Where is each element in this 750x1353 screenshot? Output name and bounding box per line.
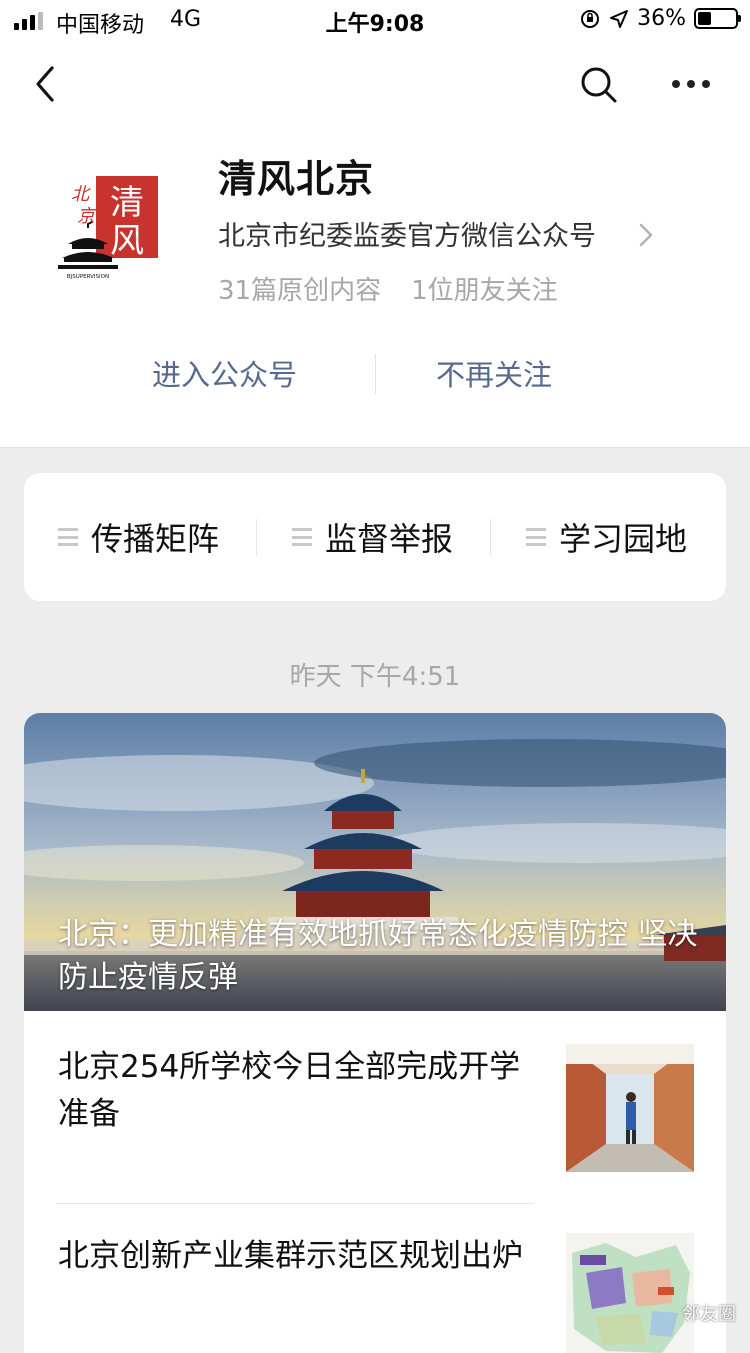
article-title[interactable]: 北京254所学校今日全部完成开学准备 [58,1044,528,1138]
original-content-count: 31篇原创内容 [218,276,382,306]
search-icon[interactable] [578,64,618,104]
message-timestamp: 昨天 下午4:51 [289,662,461,692]
account-actions: 进入公众号 不再关注 [0,352,750,396]
menu-lines-icon [58,528,78,546]
article-card: 北京：更加精准有效地抓好常态化疫情防控 坚决防止疫情反弹 北京254所学校今日全… [24,713,726,1353]
article-thumbnail [566,1044,694,1172]
battery-percent: 36% [637,6,686,31]
article-title[interactable]: 北京创新产业集群示范区规划出炉 [58,1233,528,1280]
menu-item-label: 监督举报 [325,520,454,558]
menu-item-label: 学习园地 [559,520,688,558]
battery-icon [694,8,741,29]
enter-account-button[interactable]: 进入公众号 [152,352,297,394]
unfollow-button[interactable]: 不再关注 [436,352,552,394]
svg-text:北: 北 [71,184,91,205]
article-list-item[interactable]: 北京254所学校今日全部完成开学准备 [58,1044,698,1174]
status-bar: 中国移动 4G 上午9:08 36% [0,0,750,40]
watermark: 邻友圈 [682,1304,736,1325]
account-stats: 31篇原创内容 1位朋友关注 [218,270,558,307]
account-menu: 传播矩阵 监督举报 学习园地 [24,473,726,601]
location-arrow-icon [610,9,629,28]
menu-item-learning[interactable]: 学习园地 [526,513,687,561]
account-header: 清 风 北 京 BJSUPERVISION 清风北京 北京市纪委监委官方微信公众… [0,40,750,448]
list-divider [56,1203,534,1204]
article-list-item[interactable]: 北京创新产业集群示范区规划出炉 [58,1233,698,1353]
svg-text:风: 风 [110,221,144,261]
menu-divider [256,519,257,555]
menu-item-propagation[interactable]: 传播矩阵 [58,513,219,561]
action-divider [375,354,376,394]
friends-following-count[interactable]: 1位朋友关注 [411,276,558,306]
back-icon[interactable] [28,62,68,106]
battery-level [698,12,711,25]
chevron-right-icon[interactable] [636,220,656,250]
logo-caption: BJSUPERVISION [67,274,109,280]
status-right: 36% [579,6,741,31]
menu-lines-icon [292,528,312,546]
menu-item-label: 传播矩阵 [91,520,220,558]
orientation-lock-icon [581,9,600,28]
menu-item-report[interactable]: 监督举报 [292,513,453,561]
menu-divider [490,519,491,555]
menu-lines-icon [526,528,546,546]
account-logo: 清 风 北 京 BJSUPERVISION [58,176,158,280]
account-name: 清风北京 [218,157,375,201]
svg-text:清: 清 [110,183,144,223]
more-icon[interactable] [672,74,716,94]
article-thumbnail [566,1233,694,1353]
cover-article-title[interactable]: 北京：更加精准有效地抓好常态化疫情防控 坚决防止疫情反弹 [58,913,698,999]
account-description[interactable]: 北京市纪委监委官方微信公众号 [218,214,596,253]
